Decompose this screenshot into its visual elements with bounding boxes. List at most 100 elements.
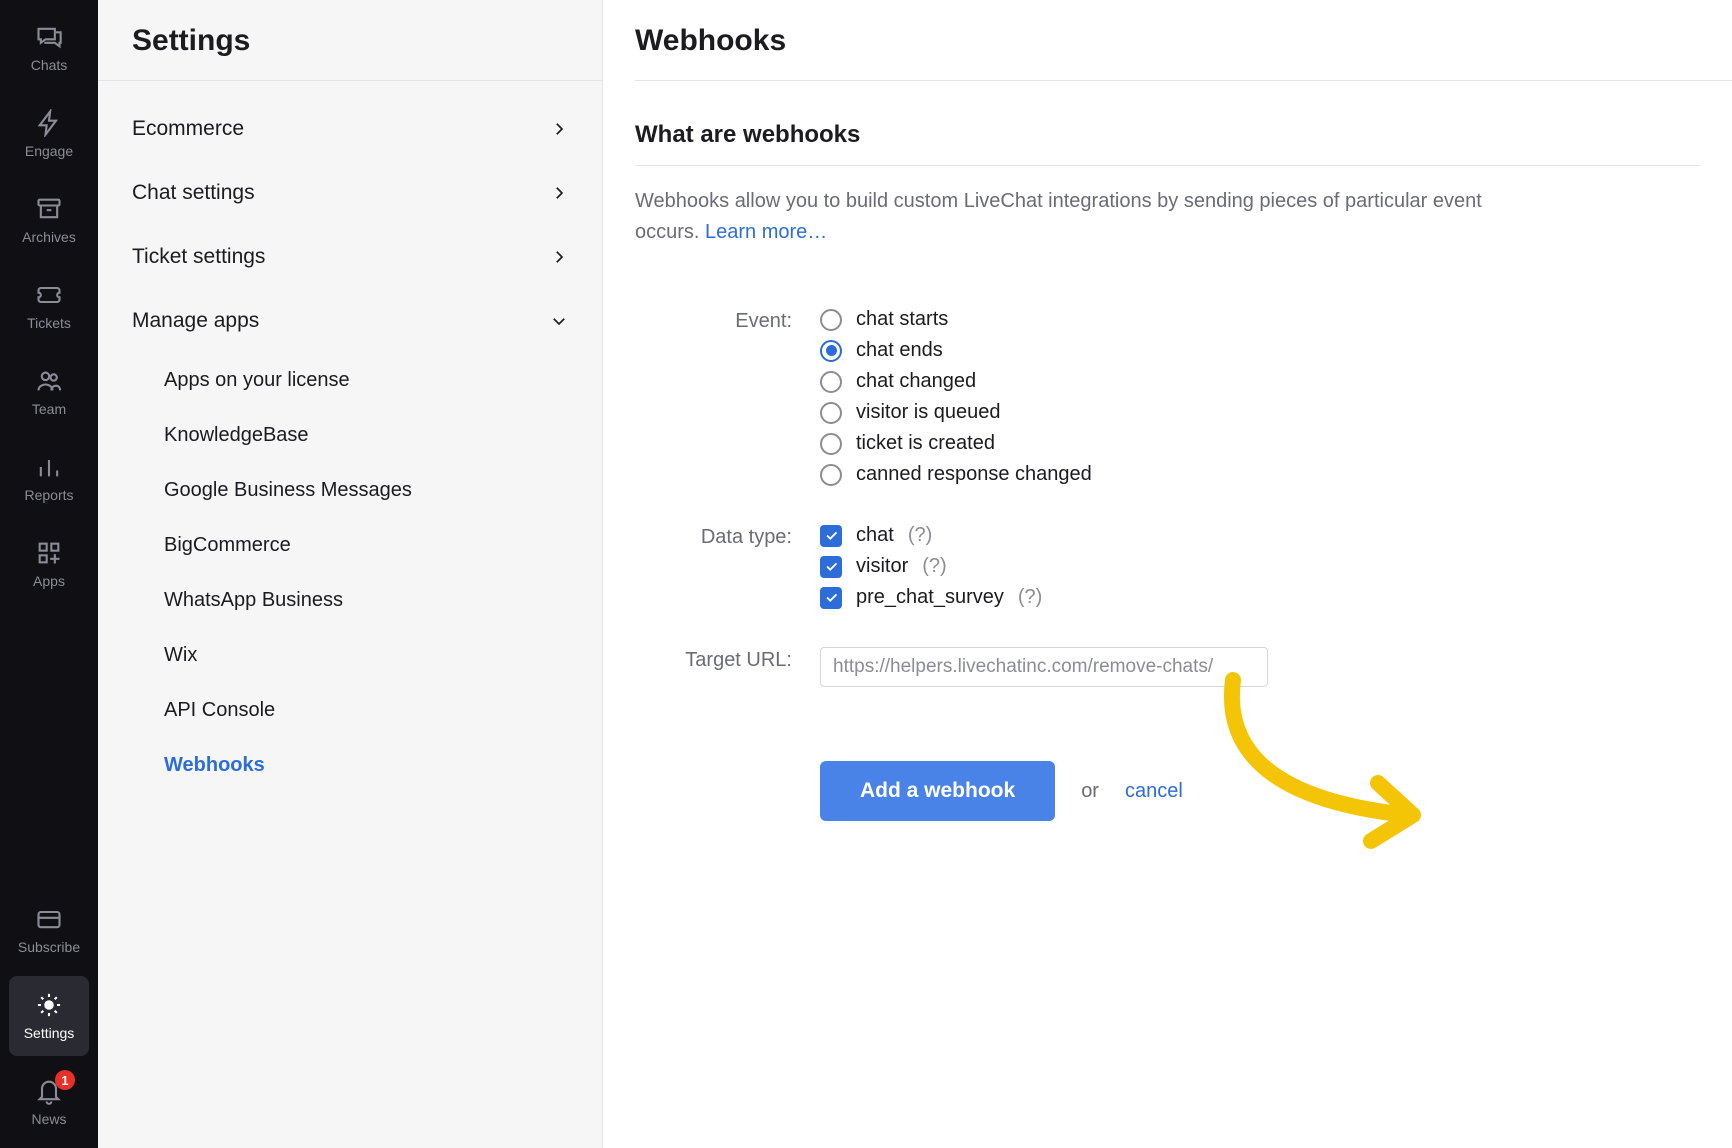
sidebar-row-label: Ecommerce (132, 117, 244, 141)
sidebar-row-manage-apps[interactable]: Manage apps (98, 289, 602, 353)
datatype-chat[interactable]: chat (?) (820, 524, 1732, 547)
chevron-right-icon (550, 248, 568, 266)
reports-icon (35, 453, 63, 481)
radio-label: chat starts (856, 308, 948, 331)
rail-engage[interactable]: Engage (9, 94, 89, 174)
rail-chats[interactable]: Chats (9, 8, 89, 88)
event-ticket-created[interactable]: ticket is created (820, 432, 1732, 455)
gear-icon (35, 991, 63, 1019)
checkbox-icon (820, 556, 842, 578)
check-label: chat (856, 524, 894, 547)
sub-wix[interactable]: Wix (98, 628, 602, 683)
action-row-outer: Add a webhook or cancel (635, 717, 1732, 821)
rail-label: Apps (33, 573, 65, 589)
nav-rail: Chats Engage Archives Tickets Team Repor… (0, 0, 98, 1148)
help-hint[interactable]: (?) (908, 524, 932, 547)
rail-subscribe[interactable]: Subscribe (9, 890, 89, 970)
rail-news[interactable]: 1 News (9, 1062, 89, 1142)
datatype-row: Data type: chat (?) visitor (?) pre_chat… (635, 524, 1732, 617)
chevron-right-icon (550, 184, 568, 202)
rail-team[interactable]: Team (9, 352, 89, 432)
learn-more-link[interactable]: Learn more… (705, 221, 827, 243)
add-webhook-button[interactable]: Add a webhook (820, 761, 1055, 821)
team-icon (35, 367, 63, 395)
radio-label: ticket is created (856, 432, 995, 455)
rail-label: Team (32, 401, 66, 417)
sub-whatsapp[interactable]: WhatsApp Business (98, 573, 602, 628)
sidebar-row-label: Manage apps (132, 309, 259, 333)
sidebar-row-label: Ticket settings (132, 245, 265, 269)
sidebar-row-label: Chat settings (132, 181, 255, 205)
rail-label: News (31, 1111, 66, 1127)
help-hint[interactable]: (?) (1018, 586, 1042, 609)
radio-icon (820, 464, 842, 486)
rail-reports[interactable]: Reports (9, 438, 89, 518)
event-row: Event: chat starts chat ends chat change… (635, 308, 1732, 494)
rail-label: Engage (25, 143, 73, 159)
sub-webhooks[interactable]: Webhooks (98, 738, 602, 793)
event-canned-response[interactable]: canned response changed (820, 463, 1732, 486)
sub-google-business[interactable]: Google Business Messages (98, 463, 602, 518)
target-url-label: Target URL: (635, 647, 820, 672)
target-url-input[interactable] (820, 647, 1268, 687)
sub-api-console[interactable]: API Console (98, 683, 602, 738)
event-label: Event: (635, 308, 820, 333)
apps-icon (35, 539, 63, 567)
sidebar-row-chat-settings[interactable]: Chat settings (98, 161, 602, 225)
check-label: pre_chat_survey (856, 586, 1004, 609)
checkbox-icon (820, 525, 842, 547)
sub-knowledgebase[interactable]: KnowledgeBase (98, 408, 602, 463)
chevron-down-icon (550, 312, 568, 330)
target-url-row: Target URL: (635, 647, 1732, 687)
section-title: What are webhooks (635, 81, 1700, 166)
rail-label: Tickets (27, 315, 71, 331)
event-chat-ends[interactable]: chat ends (820, 339, 1732, 362)
manage-apps-sublist: Apps on your license KnowledgeBase Googl… (98, 353, 602, 803)
check-label: visitor (856, 555, 908, 578)
sidebar-row-ticket-settings[interactable]: Ticket settings (98, 225, 602, 289)
sidebar-title: Settings (98, 0, 602, 81)
sidebar-row-ecommerce[interactable]: Ecommerce (98, 97, 602, 161)
rail-label: Reports (24, 487, 73, 503)
radio-label: visitor is queued (856, 401, 1001, 424)
event-chat-changed[interactable]: chat changed (820, 370, 1732, 393)
radio-icon (820, 340, 842, 362)
rail-settings[interactable]: Settings (9, 976, 89, 1056)
checkbox-icon (820, 587, 842, 609)
radio-label: canned response changed (856, 463, 1092, 486)
datatype-visitor[interactable]: visitor (?) (820, 555, 1732, 578)
radio-label: chat changed (856, 370, 976, 393)
radio-icon (820, 309, 842, 331)
card-icon (35, 905, 63, 933)
rail-label: Subscribe (18, 939, 80, 955)
page-title: Webhooks (635, 0, 1732, 81)
news-badge: 1 (55, 1070, 75, 1090)
sub-bigcommerce[interactable]: BigCommerce (98, 518, 602, 573)
radio-icon (820, 433, 842, 455)
rail-label: Settings (24, 1025, 75, 1041)
or-text: or (1081, 780, 1099, 803)
archive-icon (35, 195, 63, 223)
rail-archives[interactable]: Archives (9, 180, 89, 260)
radio-icon (820, 402, 842, 424)
radio-icon (820, 371, 842, 393)
radio-label: chat ends (856, 339, 943, 362)
event-chat-starts[interactable]: chat starts (820, 308, 1732, 331)
rail-tickets[interactable]: Tickets (9, 266, 89, 346)
datatype-label: Data type: (635, 524, 820, 549)
chats-icon (35, 23, 63, 51)
bolt-icon (35, 109, 63, 137)
cancel-link[interactable]: cancel (1125, 780, 1183, 803)
rail-apps[interactable]: Apps (9, 524, 89, 604)
main-content: Webhooks What are webhooks Webhooks allo… (603, 0, 1732, 1148)
event-visitor-queued[interactable]: visitor is queued (820, 401, 1732, 424)
help-hint[interactable]: (?) (922, 555, 946, 578)
rail-label: Chats (31, 57, 68, 73)
settings-sidebar: Settings Ecommerce Chat settings Ticket … (98, 0, 603, 1148)
datatype-prechat[interactable]: pre_chat_survey (?) (820, 586, 1732, 609)
chevron-right-icon (550, 120, 568, 138)
webhooks-description: Webhooks allow you to build custom LiveC… (635, 166, 1535, 248)
webhook-form: Event: chat starts chat ends chat change… (635, 248, 1732, 821)
sub-apps-on-license[interactable]: Apps on your license (98, 353, 602, 408)
rail-label: Archives (22, 229, 76, 245)
